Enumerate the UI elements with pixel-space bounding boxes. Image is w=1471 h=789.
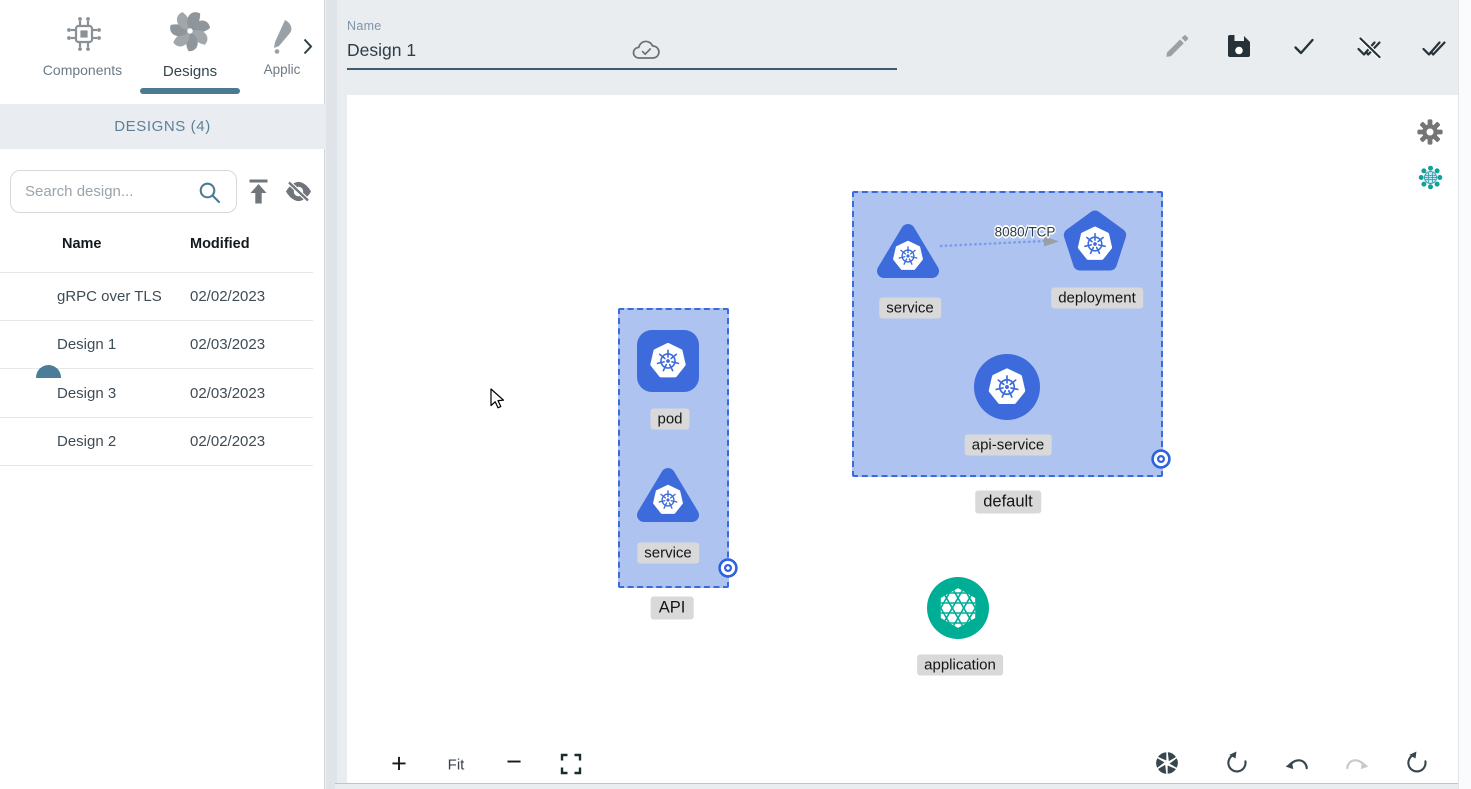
settings-icon[interactable] [1417, 119, 1443, 145]
meshery-design-app: Components Designs A [0, 0, 1471, 789]
canvas-bottom-edge [335, 783, 1471, 789]
design-modified: 02/03/2023 [190, 370, 265, 418]
group-label-api: API [651, 597, 694, 620]
design-name-label: Name [347, 19, 382, 33]
edit-icon[interactable] [1164, 33, 1190, 59]
undo-icon[interactable] [1285, 752, 1309, 776]
undeploy-icon[interactable] [1356, 33, 1384, 61]
zoom-out-button[interactable]: − [506, 747, 522, 778]
designs-section-title: DESIGNS (4) [0, 104, 325, 149]
import-design-icon[interactable] [245, 178, 272, 205]
design-name-input[interactable] [347, 38, 897, 70]
kubernetes-icon[interactable] [1418, 165, 1443, 190]
node-label: api-service [965, 435, 1052, 456]
node-label: pod [650, 409, 689, 430]
components-tab-icon [63, 13, 105, 55]
tab-applications-label: Applic [252, 62, 312, 77]
deploy-icon[interactable] [1421, 33, 1449, 61]
save-icon[interactable] [1226, 33, 1252, 59]
design-name: gRPC over TLS [57, 273, 162, 321]
node-label: deployment [1051, 288, 1143, 309]
design-modified: 02/02/2023 [190, 273, 265, 321]
active-tab-indicator [140, 88, 240, 94]
node-label: service [879, 298, 941, 319]
reset-view-icon[interactable] [1225, 751, 1249, 775]
search-box [10, 170, 237, 213]
node-application[interactable] [926, 576, 990, 640]
autosave-cloud-check-icon [632, 39, 660, 63]
edge-port-label: 8080/TCP [995, 225, 1056, 240]
design-name: Design 3 [57, 370, 116, 418]
node-label: application [917, 655, 1003, 676]
rescale-icon[interactable] [1405, 751, 1429, 775]
table-row[interactable]: Design 2 02/02/2023 [0, 418, 313, 466]
group-settings-badge[interactable] [717, 557, 739, 579]
node-label: service [637, 543, 699, 564]
node-deployment[interactable] [1058, 206, 1132, 280]
node-service-default[interactable] [872, 219, 944, 285]
validate-icon[interactable] [1291, 33, 1317, 59]
design-modified: 02/02/2023 [190, 418, 265, 466]
sidebar-scrollbar[interactable] [326, 0, 337, 789]
hide-designs-icon[interactable] [284, 178, 313, 205]
node-api-service[interactable] [973, 353, 1041, 421]
design-canvas[interactable]: 8080/TCP service deployment api-service … [347, 95, 1458, 783]
applications-tab-icon [264, 16, 300, 56]
node-service-api[interactable] [632, 463, 704, 529]
column-header-name: Name [62, 236, 102, 252]
table-row[interactable]: Design 1 02/03/2023 [0, 321, 313, 369]
page-scrollbar[interactable] [1458, 0, 1471, 789]
redo-icon[interactable] [1345, 752, 1369, 776]
sidebar: Components Designs A [0, 0, 325, 789]
screenshot-icon[interactable] [1154, 750, 1180, 776]
design-name: Design 2 [57, 418, 116, 466]
zoom-in-button[interactable]: + [391, 749, 407, 780]
tab-designs-label: Designs [140, 63, 240, 80]
group-label-default: default [975, 491, 1041, 514]
designs-tab-icon [167, 8, 213, 54]
node-pod[interactable] [635, 328, 701, 394]
tabs-next-chevron-icon[interactable] [303, 38, 313, 55]
design-name: Design 1 [57, 321, 116, 369]
tab-components-label: Components [30, 62, 135, 78]
group-settings-badge[interactable] [1150, 448, 1172, 470]
column-header-modified: Modified [190, 236, 250, 252]
mouse-cursor [490, 388, 508, 410]
search-icon [197, 180, 223, 206]
table-row[interactable]: gRPC over TLS 02/02/2023 [0, 273, 313, 321]
fit-view-button[interactable]: Fit [448, 757, 465, 774]
fullscreen-icon[interactable] [560, 753, 582, 775]
search-input[interactable] [25, 171, 195, 212]
design-modified: 02/03/2023 [190, 321, 265, 369]
